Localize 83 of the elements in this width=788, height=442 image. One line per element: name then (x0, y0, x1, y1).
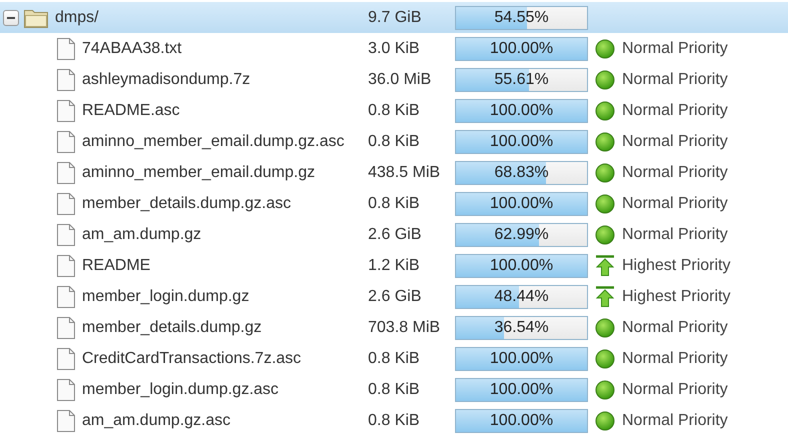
priority-dot-icon (595, 410, 615, 430)
file-size: 1.2 KiB (368, 256, 420, 274)
progress-percent: 68.83% (494, 164, 549, 182)
priority-dot-icon (595, 348, 615, 368)
progress-percent: 48.44% (494, 288, 549, 306)
file-icon (56, 68, 76, 92)
file-icon (56, 408, 76, 432)
file-name: CreditCardTransactions.7z.asc (82, 350, 302, 368)
progress-percent: 55.61% (494, 70, 549, 88)
progress-percent: 100.00% (490, 194, 554, 212)
file-size: 0.8 KiB (368, 194, 420, 212)
file-size: 0.8 KiB (368, 102, 420, 118)
file-size: 703.8 MiB (368, 318, 440, 336)
priority-label: Normal Priority (622, 70, 728, 88)
priority-dot-icon (595, 38, 615, 58)
file-name: dmps/ (55, 8, 99, 26)
priority-dot-icon (595, 100, 615, 120)
file-size: 2.6 GiB (368, 288, 422, 304)
priority-dot-icon (595, 132, 615, 152)
priority-label: Normal Priority (622, 194, 728, 212)
priority-label: Normal Priority (622, 350, 728, 368)
priority-label: Normal Priority (622, 132, 728, 150)
file-size: 0.8 KiB (368, 132, 420, 150)
file-icon (56, 130, 76, 154)
progress-percent: 100.00% (490, 256, 554, 274)
file-icon (56, 36, 76, 60)
progress-percent: 54.55% (494, 8, 549, 26)
up-arrow-icon (595, 254, 615, 276)
progress-percent: 100.00% (490, 350, 554, 368)
file-size: 0.8 KiB (368, 350, 420, 366)
priority-label: Normal Priority (622, 102, 728, 120)
priority-dot-icon (595, 224, 615, 244)
file-icon (56, 192, 76, 216)
file-icon (56, 284, 76, 308)
priority-dot-icon (595, 318, 615, 338)
file-icon (56, 254, 76, 278)
selected-row-highlight[interactable]: dmps/ 9.7 GiB 54.55% (0, 2, 788, 33)
file-name: aminno_member_email.dump.gz (82, 164, 315, 182)
file-name: aminno_member_email.dump.gz.asc (82, 132, 344, 150)
progress-percent: 100.00% (490, 380, 554, 398)
file-size: 2.6 GiB (368, 226, 422, 242)
file-icon (56, 160, 76, 184)
priority-label: Normal Priority (622, 412, 728, 430)
file-name: am_am.dump.gz.asc (82, 412, 231, 430)
progress-percent: 36.54% (494, 318, 549, 336)
priority-dot-icon (595, 162, 615, 182)
file-size: 438.5 MiB (368, 164, 440, 180)
file-name: am_am.dump.gz (82, 226, 202, 244)
file-size: 36.0 MiB (368, 70, 432, 88)
file-name: 74ABAA38.txt (82, 40, 182, 58)
file-icon (56, 222, 76, 246)
file-name: member_details.dump.gz (82, 318, 262, 336)
file-name: member_login.dump.gz.asc (82, 380, 279, 398)
collapse-button[interactable] (3, 10, 19, 26)
file-size: 3.0 KiB (368, 40, 420, 56)
file-name: member_login.dump.gz (82, 288, 250, 306)
up-arrow-icon (595, 286, 615, 308)
file-icon (56, 378, 76, 402)
progress-percent: 100.00% (490, 102, 554, 120)
file-name: ashleymadisondump.7z (82, 70, 250, 88)
file-icon (56, 98, 76, 122)
priority-dot-icon (595, 194, 615, 214)
file-size: 9.7 GiB (368, 8, 422, 26)
priority-label: Highest Priority (622, 256, 730, 274)
progress-percent: 100.00% (490, 412, 554, 430)
priority-dot-icon (595, 70, 615, 90)
priority-label: Normal Priority (622, 380, 728, 398)
priority-label: Highest Priority (622, 288, 730, 306)
file-size: 0.8 KiB (368, 380, 420, 398)
priority-dot-icon (595, 380, 615, 400)
priority-label: Normal Priority (622, 226, 728, 244)
priority-label: Normal Priority (622, 318, 728, 336)
file-name: README (82, 256, 150, 274)
file-name: member_details.dump.gz.asc (82, 194, 291, 212)
progress-percent: 62.99% (494, 226, 549, 244)
progress-percent: 100.00% (490, 132, 554, 150)
file-icon (56, 346, 76, 370)
priority-label: Normal Priority (622, 40, 728, 58)
file-size: 0.8 KiB (368, 412, 420, 428)
priority-label: Normal Priority (622, 164, 728, 182)
file-icon (56, 316, 76, 340)
progress-percent: 100.00% (490, 40, 554, 58)
file-name: README.asc (82, 102, 180, 120)
